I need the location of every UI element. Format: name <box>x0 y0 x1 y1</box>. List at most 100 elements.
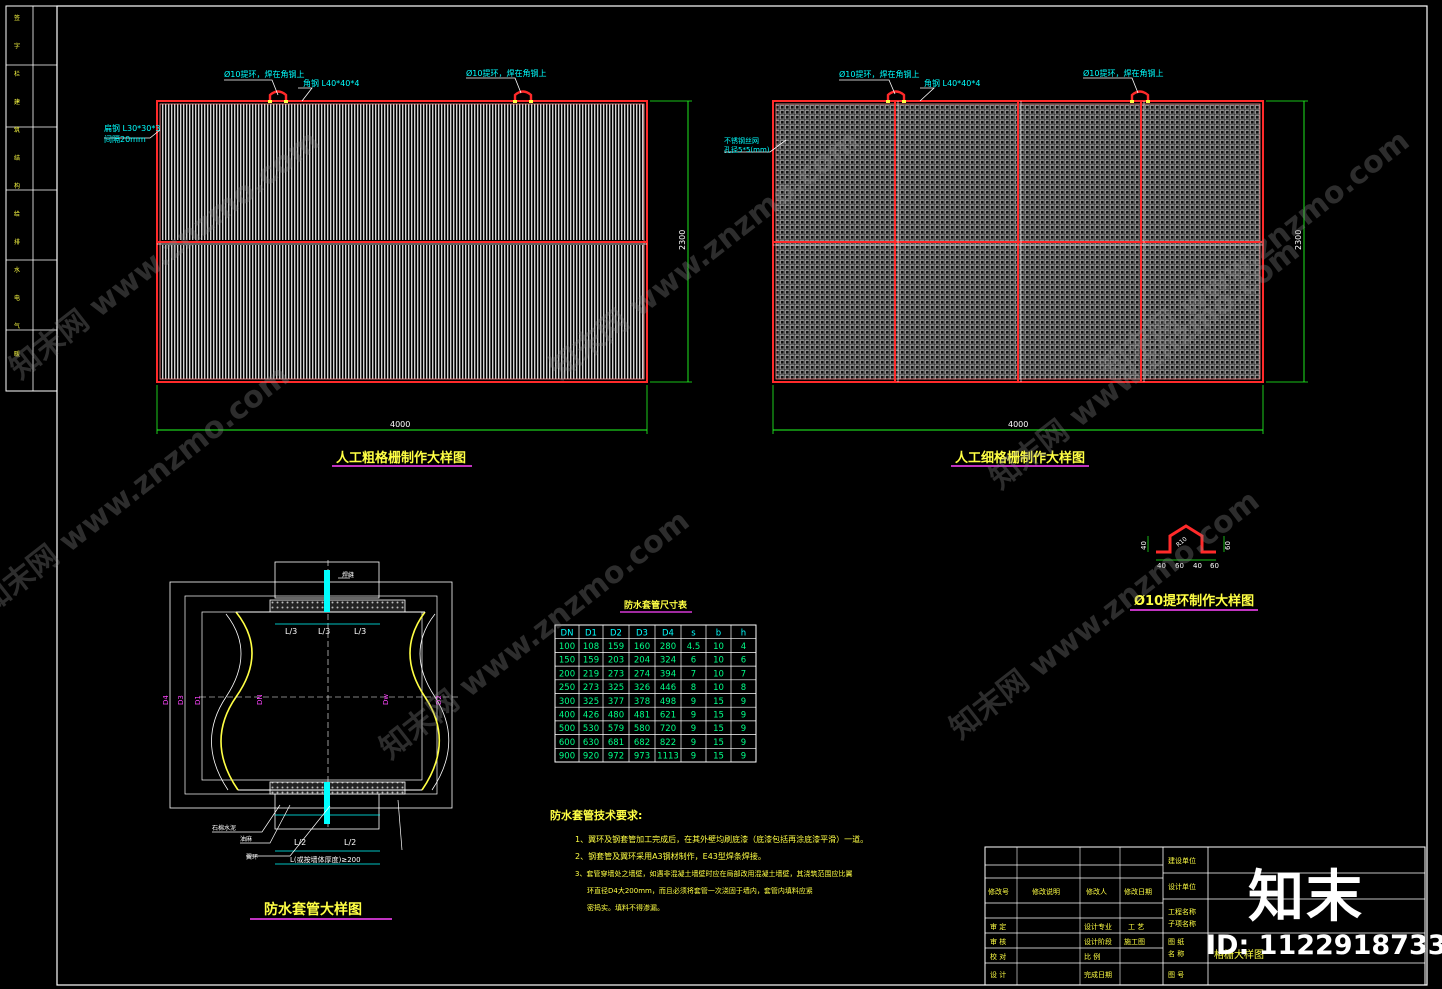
coarse-width-dim: 4000 <box>390 420 410 429</box>
table-header-cell: b <box>716 628 721 638</box>
tb-review: 审 核 <box>990 937 1006 946</box>
tb-rev-no: 修改号 <box>988 887 1009 896</box>
table-cell: 446 <box>660 683 676 693</box>
table-cell: 972 <box>608 752 624 762</box>
strip-label: 字 <box>14 42 20 50</box>
table-cell: 6 <box>741 656 746 666</box>
table-cell: 326 <box>634 683 650 693</box>
strip-label: 给 <box>14 210 20 218</box>
table-cell: 6 <box>691 656 696 666</box>
notes-item-2: 2、钢套管及翼环采用A3钢材制作，E43型焊条焊接。 <box>575 851 766 861</box>
table-cell: 7 <box>691 669 696 679</box>
table-cell: 1113 <box>657 752 679 762</box>
sleeve-size-table: 防水套管尺寸表 DN D1 D2 D3 D4 s b h100 108 159 160 280 4.5 1… <box>554 599 757 763</box>
table-title: 防水套管尺寸表 <box>624 599 688 611</box>
table-cell: 9 <box>741 710 746 720</box>
fine-callout-mesh: 不锈钢丝网 <box>724 136 759 145</box>
table-cell: 15 <box>713 752 724 762</box>
table-cell: 500 <box>559 724 575 734</box>
fine-width-dim: 4000 <box>1008 420 1028 429</box>
sleeve-label-d3: D3 <box>177 695 185 705</box>
table-cell: 200 <box>559 669 575 679</box>
table-cell: 9 <box>741 724 746 734</box>
table-cell: 9 <box>741 738 746 748</box>
table-cell: 498 <box>660 697 676 707</box>
tb-design-unit: 设计单位 <box>1168 882 1196 891</box>
notes-item-4: 环直径D4大200mm，而且必须将套管一次浇固于墙内，套管内填料应紧 <box>587 886 813 895</box>
table-cell: 273 <box>608 669 624 679</box>
table-cell: 630 <box>583 738 599 748</box>
strip-label: 水 <box>14 266 20 274</box>
table-cell: 394 <box>660 669 676 679</box>
table-header-cell: s <box>691 628 696 638</box>
table-header-cell: D2 <box>610 628 622 638</box>
hook-dim-5: 40 <box>1140 541 1148 550</box>
sleeve-top-hatch <box>269 599 406 613</box>
table-cell: 480 <box>608 710 624 720</box>
notes-item-3: 3、套管穿墙处之墙壁，如遇非混凝土墙壁时应在局部改用混凝土墙壁，其浇筑范围应比翼 <box>575 869 852 878</box>
tb-sheet: 图 纸 <box>1168 937 1184 946</box>
tb-sub-name: 子项名称 <box>1168 919 1196 928</box>
table-cell: 9 <box>691 738 696 748</box>
strip-label: 气 <box>14 322 20 330</box>
table-cell: 274 <box>634 669 650 679</box>
sleeve-note-weld: 焊缝 <box>342 571 354 579</box>
table-cell: 150 <box>559 656 575 666</box>
table-cell: 580 <box>634 724 650 734</box>
table-header-cell: h <box>741 628 746 638</box>
table-cell: 10 <box>713 656 724 666</box>
fine-callout-hook-left: Ø10提环，焊在角钢上 <box>839 69 919 79</box>
table-cell: 9 <box>691 724 696 734</box>
table-cell: 9 <box>691 752 696 762</box>
sleeve-l3-a: L/3 <box>285 627 297 636</box>
tb-build-unit: 建设单位 <box>1168 856 1196 865</box>
sleeve-detail-title: 防水套管大样图 <box>264 901 362 918</box>
table-cell: 10 <box>713 683 724 693</box>
table-cell: 8 <box>691 683 696 693</box>
table-cell: 325 <box>608 683 624 693</box>
table-cell: 621 <box>660 710 676 720</box>
strip-label: 签 <box>14 14 20 22</box>
coarse-callout-spacing: 间隔20mm <box>104 135 146 144</box>
table-cell: 300 <box>559 697 575 707</box>
table-cell: 159 <box>608 642 624 652</box>
table-cell: 720 <box>660 724 676 734</box>
table-cell: 9 <box>691 697 696 707</box>
table-cell: 325 <box>583 697 599 707</box>
table-cell: 204 <box>634 656 650 666</box>
tb-stage-value: 施工图 <box>1124 937 1145 946</box>
table-cell: 7 <box>741 669 746 679</box>
table-cell: 579 <box>608 724 624 734</box>
strip-label: 结 <box>14 154 20 162</box>
table-cell: 160 <box>634 642 650 652</box>
notes-item-1: 1、翼环及钢套管加工完成后，在其外壁均刷底漆（底漆包括再涂底漆平滑）一道。 <box>575 834 868 844</box>
coarse-screen-title: 人工粗格栅制作大样图 <box>336 450 466 466</box>
table-cell: 377 <box>608 697 624 707</box>
strip-label: 排 <box>14 238 20 246</box>
tb-check: 校 对 <box>990 952 1006 961</box>
sleeve-label-d1: D1 <box>194 695 202 705</box>
coarse-callout-hook-right: Ø10提环，焊在角钢上 <box>466 68 546 78</box>
tb-rev-desc: 修改说明 <box>1032 887 1060 896</box>
table-cell: 280 <box>660 642 676 652</box>
table-cell: 203 <box>608 656 624 666</box>
tb-project-name: 工程名称 <box>1168 907 1196 916</box>
table-cell: 9 <box>741 697 746 707</box>
table-cell: 273 <box>583 683 599 693</box>
table-cell: 15 <box>713 710 724 720</box>
tb-sheet-name: 名 称 <box>1168 949 1184 958</box>
cad-drawing-canvas: 签字栏建筑结构给排水电气暖 Ø10提环，焊在角钢上 Ø10提环，焊在角钢上 角钢… <box>0 5 1428 986</box>
table-cell: 426 <box>583 710 599 720</box>
sleeve-l3-c: L/3 <box>354 627 366 636</box>
hook-dim-4: 60 <box>1210 562 1219 570</box>
tb-date: 完成日期 <box>1084 970 1112 979</box>
asset-id-label: ID: 1122918733 <box>1206 930 1442 961</box>
tb-rev-date: 修改日期 <box>1124 887 1152 896</box>
table-cell: 682 <box>634 738 650 748</box>
tb-stage: 设计阶段 <box>1084 937 1112 946</box>
brand-logo-text: 知末 <box>1248 865 1364 930</box>
tb-drawing-no: 图 号 <box>1168 971 1184 979</box>
table-cell: 219 <box>583 669 599 679</box>
strip-label: 建 <box>14 98 20 106</box>
coarse-callout-angle-top: 角钢 L40*40*4 <box>303 78 359 88</box>
